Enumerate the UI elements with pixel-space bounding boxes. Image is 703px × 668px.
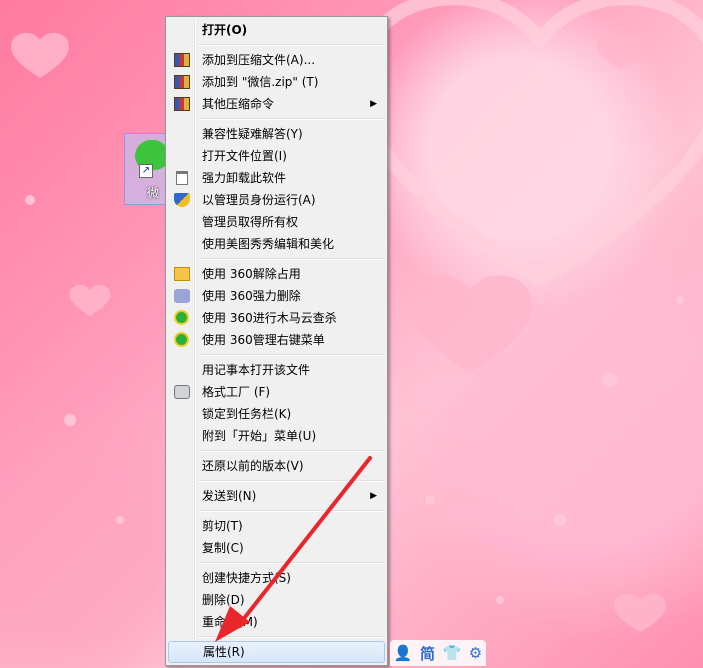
menu-item[interactable]: 创建快捷方式(S) — [168, 567, 385, 589]
menu-item-label: 添加到 "微信.zip" (T) — [202, 75, 319, 89]
menu-item[interactable]: 管理员取得所有权 — [168, 211, 385, 233]
menu-item-label: 使用 360强力删除 — [202, 289, 301, 303]
menu-item-label: 使用美图秀秀编辑和美化 — [202, 237, 335, 251]
menu-item-label: 打开文件位置(I) — [202, 149, 287, 163]
user-icon[interactable]: 👤 — [394, 644, 413, 662]
menu-item-label: 还原以前的版本(V) — [202, 459, 304, 473]
menu-item[interactable]: 锁定到任务栏(K) — [168, 403, 385, 425]
menu-item-label: 兼容性疑难解答(Y) — [202, 127, 303, 141]
folder-lock-icon — [174, 267, 190, 281]
menu-item[interactable]: 使用美图秀秀编辑和美化 — [168, 233, 385, 255]
menu-item[interactable]: 剪切(T) — [168, 515, 385, 537]
menu-item[interactable]: 使用 360强力删除 — [168, 285, 385, 307]
menu-item[interactable]: 格式工厂 (F) — [168, 381, 385, 403]
desktop-icon-caption: 微 — [147, 186, 160, 200]
menu-item-label: 剪切(T) — [202, 519, 243, 533]
menu-item[interactable]: 其他压缩命令 ▶ — [168, 93, 385, 115]
ime-mode-indicator[interactable]: 简 — [420, 643, 435, 664]
menu-item[interactable]: 添加到压缩文件(A)... — [168, 49, 385, 71]
menu-item-label: 附到「开始」菜单(U) — [202, 429, 317, 443]
menu-item[interactable]: 还原以前的版本(V) — [168, 455, 385, 477]
menu-item-label: 锁定到任务栏(K) — [202, 407, 292, 421]
trash-icon — [176, 171, 188, 185]
context-menu: 打开(O) 添加到压缩文件(A)... 添加到 "微信.zip" (T) 其他压缩命令… — [165, 16, 388, 666]
wechat-desktop-shortcut[interactable]: ↗ 微 — [124, 133, 170, 205]
menu-separator — [198, 44, 384, 46]
menu-separator — [198, 510, 384, 512]
menu-item[interactable]: 使用 360解除占用 — [168, 263, 385, 285]
menu-item-label: 格式工厂 (F) — [202, 385, 271, 399]
menu-item-label: 使用 360管理右键菜单 — [202, 333, 325, 347]
menu-item[interactable]: 使用 360管理右键菜单 — [168, 329, 385, 351]
menu-item-label: 重命名(M) — [202, 615, 258, 629]
360-icon — [174, 310, 189, 325]
shortcut-arrow-icon: ↗ — [139, 164, 153, 178]
menu-item[interactable]: 附到「开始」菜单(U) — [168, 425, 385, 447]
360-icon — [174, 332, 189, 347]
menu-item[interactable]: 删除(D) — [168, 589, 385, 611]
menu-item[interactable]: 用记事本打开该文件 — [168, 359, 385, 381]
submenu-arrow-icon: ▶ — [370, 99, 377, 109]
menu-separator — [198, 562, 384, 564]
menu-separator — [198, 480, 384, 482]
menu-item-label: 强力卸载此软件 — [202, 171, 287, 185]
menu-item-label: 其他压缩命令 — [202, 97, 275, 111]
menu-item[interactable]: 打开文件位置(I) — [168, 145, 385, 167]
menu-item[interactable]: 复制(C) — [168, 537, 385, 559]
menu-item-label: 创建快捷方式(S) — [202, 571, 291, 585]
uac-shield-icon — [174, 193, 190, 207]
menu-item-label: 删除(D) — [202, 593, 245, 607]
format-factory-icon — [174, 385, 190, 399]
menu-item[interactable]: 打开(O) — [168, 19, 385, 41]
winrar-icon — [174, 97, 190, 111]
menu-item-label: 使用 360进行木马云查杀 — [202, 311, 337, 325]
menu-separator — [198, 118, 384, 120]
menu-item[interactable]: 兼容性疑难解答(Y) — [168, 123, 385, 145]
menu-item-label: 以管理员身份运行(A) — [202, 193, 316, 207]
winrar-icon — [174, 53, 190, 67]
menu-item[interactable]: 属性(R) — [168, 641, 385, 663]
menu-separator — [198, 636, 384, 638]
menu-item-label: 复制(C) — [202, 541, 244, 555]
menu-item-label: 属性(R) — [203, 645, 245, 659]
menu-item-label: 打开(O) — [202, 23, 248, 37]
settings-gear-icon[interactable]: ⚙ — [469, 644, 482, 662]
skin-shirt-icon[interactable]: 👕 — [443, 644, 462, 662]
menu-item[interactable]: 以管理员身份运行(A) — [168, 189, 385, 211]
menu-separator — [198, 354, 384, 356]
menu-item-label: 使用 360解除占用 — [202, 267, 301, 281]
menu-item-label: 发送到(N) — [202, 489, 257, 503]
ime-toolbar: 👤 简 👕 ⚙ — [390, 640, 486, 666]
menu-item-label: 管理员取得所有权 — [202, 215, 299, 229]
shredder-icon — [174, 289, 190, 303]
menu-item[interactable]: 添加到 "微信.zip" (T) — [168, 71, 385, 93]
submenu-arrow-icon: ▶ — [370, 491, 377, 501]
menu-item-label: 用记事本打开该文件 — [202, 363, 311, 377]
menu-item[interactable]: 使用 360进行木马云查杀 — [168, 307, 385, 329]
menu-item-label: 添加到压缩文件(A)... — [202, 53, 316, 67]
menu-separator — [198, 258, 384, 260]
menu-item[interactable]: 发送到(N) ▶ — [168, 485, 385, 507]
menu-item[interactable]: 重命名(M) — [168, 611, 385, 633]
menu-item[interactable]: 强力卸载此软件 — [168, 167, 385, 189]
menu-separator — [198, 450, 384, 452]
winrar-icon — [174, 75, 190, 89]
